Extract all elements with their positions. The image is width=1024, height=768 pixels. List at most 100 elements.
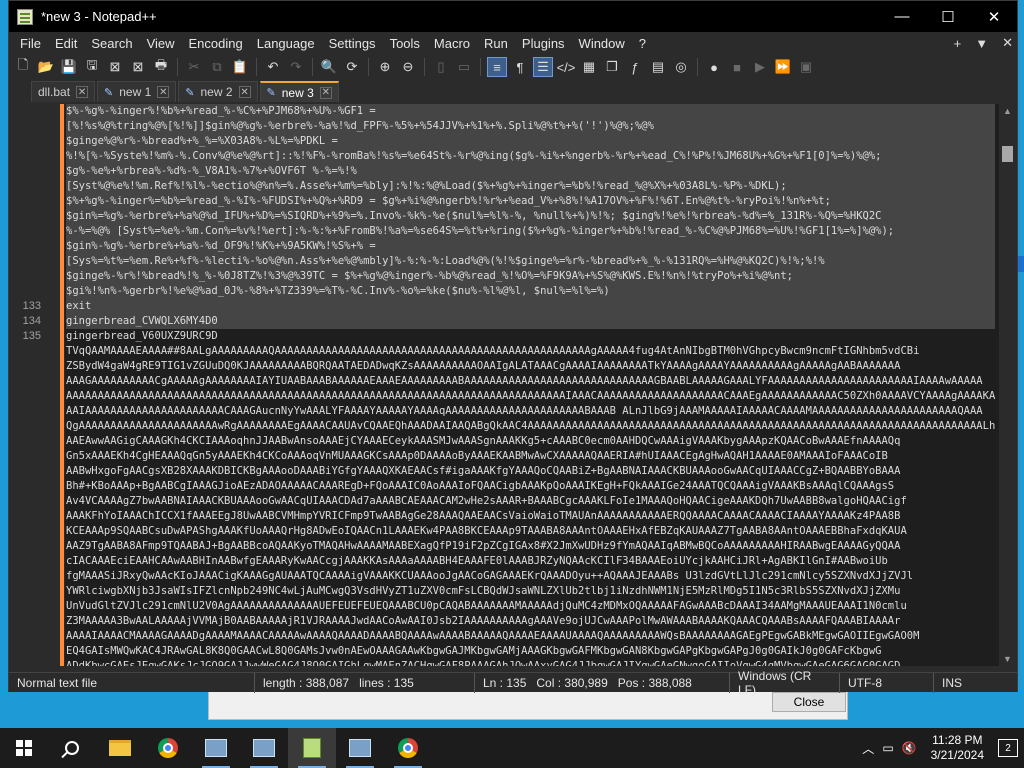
word-wrap-icon[interactable]: ≡ [487,57,507,77]
editor-line[interactable]: AAAGAAAAAAAAAACgAAAAAgAAAAAAAAIAYIUAABAA… [9,374,1007,389]
zoom-in-icon[interactable]: ⊕ [375,57,395,77]
status-encoding[interactable]: UTF-8 [840,672,934,693]
clock[interactable]: 11:28 PM 3/21/2024 [931,733,984,763]
tab-dll-bat[interactable]: dll.bat ✕ [31,81,96,102]
maximize-button[interactable]: ☐ [925,1,971,32]
stop-recording-icon[interactable]: ■ [727,57,747,77]
undo-icon[interactable]: ↶ [263,57,283,77]
editor-line[interactable]: AAAAIAAAACMAAAAGAAAADgAAAAMAAAACAAAAAwAA… [9,629,1007,644]
taskbar-chrome[interactable] [144,728,192,768]
menu-window[interactable]: Window [572,36,632,51]
editor-line[interactable]: AAIAAAAAAAAAAAAAAAAAAAAAACAAAGAucnNyYwAA… [9,404,1007,419]
editor-line[interactable]: 133 exit [9,299,1007,314]
editor-line[interactable]: $gin%=%g%-%erbre%+%a%@%d_IFU%+%D%=%SIQRD… [9,209,1007,224]
folder-workspace-icon[interactable]: ▤ [648,57,668,77]
vertical-scrollbar[interactable]: ▲ ▼ [999,104,1016,666]
function-list-icon[interactable]: ƒ [625,57,645,77]
new-tab-icon[interactable]: + [954,36,962,51]
menu-file[interactable]: File [13,36,48,51]
copy-icon[interactable]: ⧉ [207,57,227,77]
redo-icon[interactable]: ↷ [286,57,306,77]
editor-line[interactable]: fgMAAASiJRxyQwAAcKIoJAAACigKAAAGgAUAAATQ… [9,569,1007,584]
taskbar-file-explorer[interactable] [96,728,144,768]
close-all-icon[interactable]: ⊠ [128,57,148,77]
show-all-characters-icon[interactable]: ¶ [510,57,530,77]
menu-help[interactable]: ? [632,36,653,51]
editor-line[interactable]: Bh#+KBoAAAp+BgAABCgIAAAGJioAEzADAOAAAAAC… [9,479,1007,494]
editor-line[interactable]: TVqQAAMAAAAEAAAA##8AALgAAAAAAAAAQAAAAAAA… [9,344,1007,359]
text-editor[interactable]: $%-%g%-%inger%!%b%+%read_%-%C%+%PJM68%+%… [9,104,1007,666]
notification-icon[interactable]: 2 [998,739,1018,757]
record-macro-icon[interactable]: ● [704,57,724,77]
save-icon[interactable]: 💾 [59,57,79,77]
minimize-button[interactable]: — [879,1,925,32]
network-icon[interactable]: ▭ [882,741,893,755]
scroll-up-icon[interactable]: ▲ [999,104,1016,118]
scroll-down-icon[interactable]: ▼ [999,652,1016,666]
editor-line[interactable]: 135 gingerbread_V60UXZ9URC9D [9,329,1007,344]
editor-line[interactable]: AAZ9TgAABA8AFmp9TQAABAJ+BgAABBcoAQAAKyoT… [9,539,1007,554]
editor-line[interactable]: $%+%g%-%inger%=%b%=%read_%-%I%-%FUDSI%+%… [9,194,1007,209]
chevron-up-icon[interactable]: ︿ [862,740,874,757]
menu-settings[interactable]: Settings [322,36,383,51]
tab-close-icon[interactable]: ✕ [319,86,332,99]
editor-line[interactable]: [Syst%@%e%!%m.Ref%!%l%-%ectio%@%n%=%.Ass… [9,179,1007,194]
menu-tools[interactable]: Tools [383,36,427,51]
cut-icon[interactable]: ✂ [184,57,204,77]
tab-list-dropdown-icon[interactable]: ▼ [975,36,988,51]
editor-line[interactable]: AABwHxgoFgAACgsXB28XAAAKDBICKBgAAAooDAAA… [9,464,1007,479]
editor-line[interactable]: $%-%g%-%inger%!%b%+%read_%-%C%+%PJM68%+%… [9,104,1007,119]
editor-line[interactable]: $g%-%e%+%rbrea%-%d%-%_V8A1%-%7%+%OVF6T %… [9,164,1007,179]
editor-line[interactable]: [%!%s%@%tring%@%[%!%]]$gin%@%g%-%erbre%-… [9,119,1007,134]
editor-line[interactable]: QgAAAAAAAAAAAAAAAAAAAAAAwRgAAAAAAAAEgAAA… [9,419,1007,434]
editor-line[interactable]: ADdKbwcGAEsJEgwGAKsJcJGO9GAJJwwWeGAG4J8O… [9,659,1007,666]
status-mode[interactable]: INS [934,673,974,693]
zoom-out-icon[interactable]: ⊖ [398,57,418,77]
editor-line[interactable]: %!%[%-%Syste%!%m%-%.Conv%@%e%@%rt]::%!%F… [9,149,1007,164]
status-eol[interactable]: Windows (CR LF) [730,669,840,697]
taskbar-app-2[interactable] [240,728,288,768]
taskbar-notepadpp[interactable] [288,728,336,768]
tab-close-icon[interactable]: ✕ [157,86,170,98]
editor-line[interactable]: EQ4GAIsMWQwKAC4JRAwGAL8K8Q0GAACwL8Q0GAMs… [9,644,1007,659]
taskbar-app-1[interactable] [192,728,240,768]
taskbar-chrome-2[interactable] [384,728,432,768]
search-button[interactable] [48,728,96,768]
editor-line[interactable]: Z3MAAAAA3BwAALAAAAAjVVMAjB0AABAAAAAjR1VJ… [9,614,1007,629]
editor-line[interactable]: %-%=%@% [Syst%=%e%-%m.Con%=%v%!%ert]:%-%… [9,224,1007,239]
playback-icon[interactable]: ▶ [750,57,770,77]
editor-line[interactable]: UnVudGltZVJlc291cmNlU2V0AgAAAAAAAAAAAAAA… [9,599,1007,614]
tab-new-2[interactable]: ✎ new 2 ✕ [178,81,258,102]
sync-vertical-icon[interactable]: ▯ [431,57,451,77]
tab-new-1[interactable]: ✎ new 1 ✕ [97,81,177,102]
monitoring-icon[interactable]: ◎ [671,57,691,77]
editor-line[interactable]: ZSBydW4gaW4gRE9TIG1vZGUuDQ0KJAAAAAAAAABQ… [9,359,1007,374]
editor-line[interactable]: $gi%!%n%-%gerbr%!%e%@%ad_0J%-%8%+%TZ339%… [9,284,1007,299]
editor-line[interactable]: KCEAAAp9SQAABCsuDwAPAShgAAAKfUoAAAQrHg8A… [9,524,1007,539]
xml-tag-icon[interactable]: </> [556,57,576,77]
indent-guide-icon[interactable]: ☰ [533,57,553,77]
menu-plugins[interactable]: Plugins [515,36,572,51]
editor-line[interactable]: 134 gingerbread_CVWQLX6MY4D0 [9,314,1007,329]
editor-line[interactable]: YWRlciwgbXNjb3JsaWIsIFZlcnNpb249NC4wLjAu… [9,584,1007,599]
editor-line[interactable]: $ginge%@%r%-%bread%+%_%=%X03A8%-%L%=%PDK… [9,134,1007,149]
paste-icon[interactable]: 📋 [230,57,250,77]
editor-line[interactable]: $ginge%-%r%!%bread%!%_%-%0J8TZ%!%3%@%39T… [9,269,1007,284]
tab-close-icon[interactable]: ✕ [238,86,251,98]
close-document-icon[interactable]: ✕ [1002,35,1013,51]
menu-run[interactable]: Run [477,36,515,51]
editor-line[interactable]: Gn5xAAAEKh4CgHEAAAQqGn5yAAAEKh4CKCoAAAoq… [9,449,1007,464]
taskbar-app-3[interactable] [336,728,384,768]
close-button[interactable]: ✕ [971,1,1017,32]
sync-horizontal-icon[interactable]: ▭ [454,57,474,77]
editor-line[interactable]: [Sys%=%t%=%em.Re%+%f%-%lecti%-%o%@%n.Ass… [9,254,1007,269]
document-list-icon[interactable]: ❐ [602,57,622,77]
replace-icon[interactable]: ⟳ [342,57,362,77]
menu-language[interactable]: Language [250,36,322,51]
print-icon[interactable]: 🖶 [151,57,171,77]
new-file-icon[interactable]: 🗋 [13,57,33,77]
menu-macro[interactable]: Macro [427,36,477,51]
start-button[interactable] [0,728,48,768]
tab-new-3[interactable]: ✎ new 3 ✕ [259,81,339,102]
tab-close-icon[interactable]: ✕ [76,86,89,98]
